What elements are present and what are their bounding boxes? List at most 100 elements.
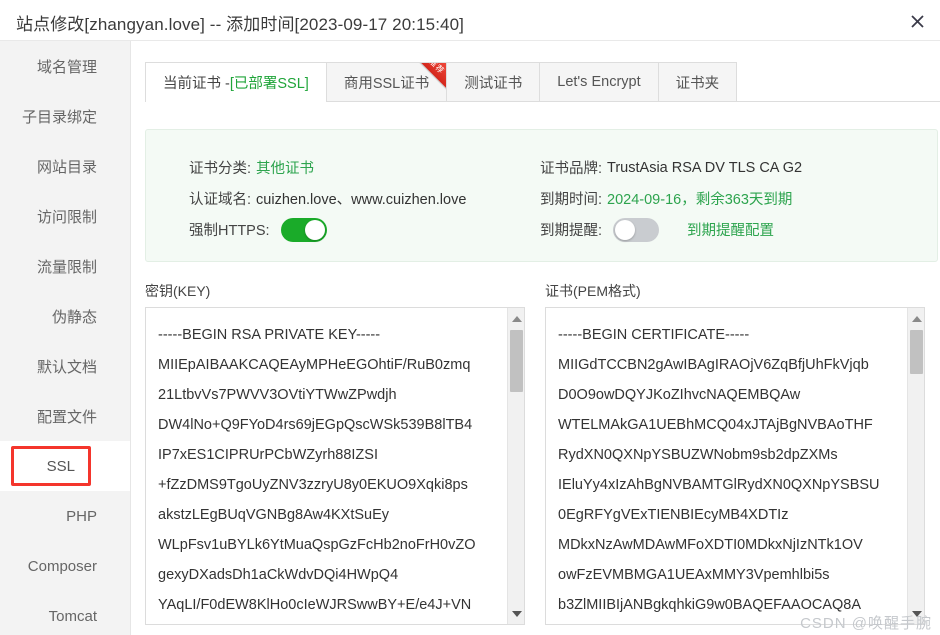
sidebar-item-label: PHP: [66, 507, 97, 525]
cert-domains-value: cuizhen.love、www.cuizhen.love: [256, 192, 467, 208]
sidebar-item-label: 访问限制: [36, 208, 97, 226]
sidebar-item-label: 流量限制: [36, 258, 97, 276]
sidebar-item-label: 子目录绑定: [21, 108, 97, 126]
cert-expire-row: 到期时间: 2024-09-16，剩余363天到期: [540, 183, 802, 214]
scroll-down-icon[interactable]: [508, 605, 524, 622]
cert-domains-row: 认证域名: cuizhen.love、www.cuizhen.love: [189, 183, 466, 214]
tab-label: Let's Encrypt: [557, 74, 641, 90]
text-line: WLpFsv1uBYLk6YtMuaQspGzFcHb2noFrH0vZO: [158, 537, 476, 553]
scrollbar-thumb[interactable]: [910, 330, 923, 374]
text-line: D0O9owDQYJKoZIhvcNAQEMBQAw: [558, 387, 801, 403]
sidebar-item-6[interactable]: 伪静态: [0, 291, 130, 341]
cert-brand-value: TrustAsia RSA DV TLS CA G2: [607, 159, 803, 176]
sidebar-item-10[interactable]: PHP: [0, 491, 130, 541]
sidebar-item-4[interactable]: 访问限制: [0, 191, 130, 241]
key-field: 密钥(KEY) -----BEGIN RSA PRIVATE KEY----- M…: [145, 281, 525, 625]
text-line: b3ZlMIIBIjANBgkqhkiG9w0BAQEFAAOCAQ8A: [558, 597, 861, 613]
text-line: WTELMAkGA1UEBhMCQ04xJTAjBgNVBAoTHF: [558, 417, 873, 433]
cert-expire-value: 2024-09-16，剩余363天到期: [607, 192, 793, 208]
sidebar-item-8[interactable]: 配置文件: [0, 391, 130, 441]
sidebar-item-7[interactable]: 默认文档: [0, 341, 130, 391]
tab-3[interactable]: 测试证书: [446, 62, 541, 101]
tab-1[interactable]: 当前证书 - [已部署SSL]: [145, 62, 327, 102]
text-line: gexyDXadsDh1aCkWdvDQi4HWpQ4: [158, 567, 399, 583]
text-line: +fZzDMS9TgoUyZNV3zzryU8y0EKUO9Xqki8ps: [158, 477, 468, 493]
sidebar-item-3[interactable]: 网站目录: [0, 141, 130, 191]
sidebar-item-label: Composer: [27, 557, 97, 575]
text-line: -----BEGIN RSA PRIVATE KEY-----: [158, 327, 381, 343]
text-line: 21LtbvVs7PWVV3OVtiYTWwZPwdjh: [158, 387, 397, 403]
scroll-up-icon[interactable]: [908, 310, 924, 327]
scroll-up-icon[interactable]: [508, 310, 524, 327]
scrollbar-thumb[interactable]: [510, 330, 523, 392]
text-line: MIIEpAIBAAKCAQEAyMPHeEGOhtiF/RuB0zmq: [158, 357, 471, 373]
tab-label: 当前证书 -: [163, 76, 230, 92]
text-line: YAqLI/F0dEW8KlHo0cIeWJRSwwBY+E/e4J+VN: [158, 597, 472, 613]
tab-label-status: [已部署SSL]: [229, 76, 309, 92]
certificate-field: 证书(PEM格式) -----BEGIN CERTIFICATE----- MII…: [545, 281, 925, 625]
dialog-titlebar: 站点修改[zhangyan.love] -- 添加时间[2023-09-17 2…: [0, 0, 940, 41]
sidebar-item-2[interactable]: 子目录绑定: [0, 91, 130, 141]
close-icon[interactable]: [902, 6, 932, 36]
expire-remind-label: 到期提醒:: [540, 223, 603, 239]
text-line: MDkxNzAwMDAwMFoXDTI0MDkxNjIzNTk1OV: [558, 537, 863, 553]
certificate-scrollbar[interactable]: [907, 308, 924, 624]
tab-label: 证书夹: [675, 75, 720, 92]
text-line: owFzEVMBMGA1UEAxMMY3Vpemhlbi5s: [558, 567, 830, 583]
text-line: DW4lNo+Q9FYoD4rs69jEGpQscWSk539B8lTB4: [158, 417, 473, 433]
certificate-field-label: 证书(PEM格式): [545, 283, 641, 299]
sidebar-item-label: Tomcat: [48, 607, 97, 625]
cert-info-left-column: 证书分类: 其他证书 认证域名: cuizhen.love、www.cuizhe…: [189, 152, 466, 245]
cert-type-label: 证书分类:: [189, 161, 252, 177]
cert-type-value: 其他证书: [256, 161, 315, 177]
sidebar-item-11[interactable]: Composer: [0, 541, 130, 591]
key-scrollbar[interactable]: [507, 308, 524, 624]
content-area: 当前证书 - [已部署SSL] 商用SSL证书 推荐 测试证书 Let's Encryp…: [131, 41, 940, 635]
sidebar-item-9[interactable]: SSL: [0, 441, 130, 491]
text-line: RydXN0QXNpYSBUZWNobm9sb2dpZXMs: [558, 447, 838, 463]
force-https-label: 强制HTTPS:: [189, 223, 270, 239]
key-field-label: 密钥(KEY): [145, 283, 211, 299]
text-line: MIIGdTCCBN2gAwIBAgIRAOjV6ZqBfjUhFkVjqb: [558, 357, 869, 373]
text-line: -----BEGIN CERTIFICATE-----: [558, 327, 750, 343]
tab-2[interactable]: 商用SSL证书 推荐: [325, 62, 448, 101]
sidebar-item-12[interactable]: Tomcat: [0, 591, 130, 635]
toggle-knob: [304, 219, 325, 240]
cert-expire-label: 到期时间:: [540, 192, 603, 208]
key-textarea-content: -----BEGIN RSA PRIVATE KEY----- MIIEpAIBA…: [146, 308, 507, 624]
sidebar-item-1[interactable]: 域名管理: [0, 41, 130, 91]
sidebar: 域名管理子目录绑定网站目录访问限制流量限制伪静态默认文档配置文件 SSL PHP Co…: [0, 41, 131, 635]
expire-remind-config-link[interactable]: 到期提醒配置: [687, 219, 774, 240]
cert-domains-label: 认证域名:: [189, 192, 252, 208]
sidebar-item-label: 网站目录: [36, 158, 97, 176]
site-edit-dialog: 站点修改[zhangyan.love] -- 添加时间[2023-09-17 2…: [0, 0, 940, 635]
certificate-textarea[interactable]: -----BEGIN CERTIFICATE----- MIIGdTCCBN2gA…: [545, 307, 925, 625]
ssl-tab-bar: 当前证书 - [已部署SSL] 商用SSL证书 推荐 测试证书 Let's Encryp…: [145, 62, 940, 102]
tab-label: 商用SSL证书: [343, 75, 430, 92]
sidebar-item-label: SSL: [46, 457, 75, 475]
text-line: IP7xES1CIPRUrPCbWZyrh88IZSI: [158, 447, 378, 463]
cert-type-row: 证书分类: 其他证书: [189, 152, 466, 183]
certificate-textarea-content: -----BEGIN CERTIFICATE----- MIIGdTCCBN2gA…: [546, 308, 907, 624]
expire-remind-row: 到期提醒: 到期提醒配置: [540, 214, 802, 245]
key-textarea[interactable]: -----BEGIN RSA PRIVATE KEY----- MIIEpAIBA…: [145, 307, 525, 625]
sidebar-item-label: 伪静态: [51, 308, 97, 326]
cert-info-right-column: 证书品牌: TrustAsia RSA DV TLS CA G2 到期时间: 2…: [540, 152, 802, 245]
text-line: akstzLEgBUqVGNBg8Aw4KXtSuEy: [158, 507, 390, 523]
scroll-down-icon[interactable]: [908, 605, 924, 622]
expire-remind-toggle[interactable]: [613, 217, 660, 242]
sidebar-item-label: 配置文件: [36, 408, 97, 426]
force-https-toggle[interactable]: [280, 217, 327, 242]
sidebar-item-label: 域名管理: [36, 58, 97, 76]
tab-4[interactable]: Let's Encrypt: [539, 62, 659, 101]
cert-brand-label: 证书品牌:: [540, 161, 603, 177]
sidebar-item-5[interactable]: 流量限制: [0, 241, 130, 291]
sidebar-item-label: 默认文档: [36, 358, 97, 376]
dialog-title: 站点修改[zhangyan.love] -- 添加时间[2023-09-17 2…: [16, 15, 464, 34]
toggle-knob: [615, 219, 636, 240]
force-https-row: 强制HTTPS:: [189, 214, 466, 245]
text-line: 0EgRFYgVExTIENBIEcyMB4XDTIz: [558, 507, 789, 523]
cert-brand-row: 证书品牌: TrustAsia RSA DV TLS CA G2: [540, 152, 802, 183]
tab-label: 测试证书: [464, 75, 523, 92]
tab-5[interactable]: 证书夹: [657, 62, 738, 101]
